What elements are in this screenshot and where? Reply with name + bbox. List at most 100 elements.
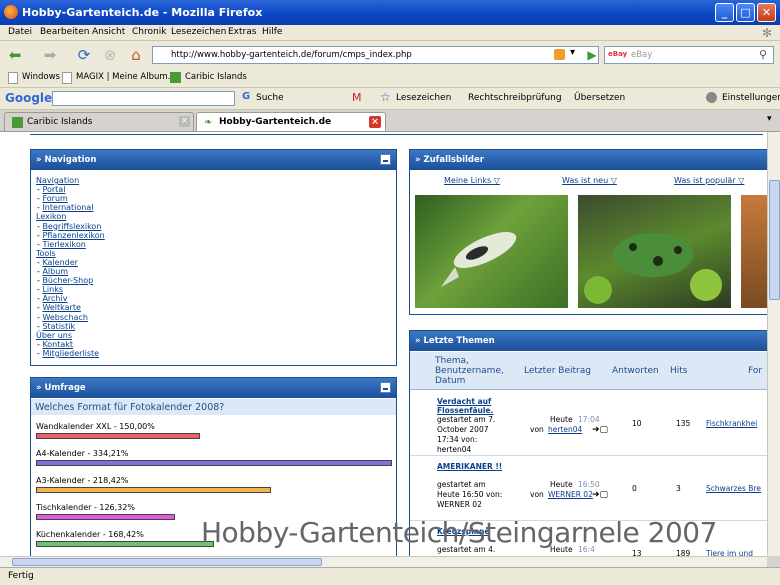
back-icon[interactable]: ⬅ (5, 46, 25, 64)
bookmark-windows[interactable]: Windows (22, 72, 60, 82)
link-was-ist-neu[interactable]: Was ist neu ▽ (562, 176, 617, 185)
nav-link[interactable]: Kalender (42, 258, 78, 267)
nav-link[interactable]: Webschach (42, 313, 87, 322)
last-post-time: 16:50 (578, 480, 600, 489)
window-title-bar: Hobby-Gartenteich.de - Mozilla Firefox _… (0, 0, 780, 25)
nav-link[interactable]: Album (42, 267, 68, 276)
poll-result-bar (36, 541, 214, 547)
menu-lesezeichen[interactable]: Lesezeichen (171, 27, 226, 37)
leaf-icon: ❧ (204, 117, 213, 128)
tab-bar: Caribic Islands × ❧ Hobby-Gartenteich.de… (0, 110, 780, 132)
reload-icon[interactable]: ⟳ (74, 46, 94, 64)
scrollbar-thumb[interactable] (769, 180, 780, 300)
nav-link[interactable]: Weltkarte (42, 303, 80, 312)
minimize-panel-button[interactable] (380, 154, 391, 165)
tab-list-icon[interactable]: ▾ (767, 114, 772, 124)
nav-link[interactable]: Archiv (42, 294, 67, 303)
bookmark-magix[interactable]: MAGIX | Meine Album... (76, 72, 176, 82)
menu-hilfe[interactable]: Hilfe (262, 27, 282, 37)
nav-link[interactable]: Tierlexikon (42, 240, 85, 249)
nav-link[interactable]: Bücher-Shop (42, 276, 93, 285)
nav-link[interactable]: Lexikon (36, 212, 66, 221)
topic-title[interactable]: AMERIKANER !! (437, 462, 512, 471)
bookmarks-button[interactable]: Lesezeichen (396, 93, 451, 103)
tab-close-icon[interactable]: × (369, 116, 381, 128)
home-icon[interactable]: ⌂ (126, 46, 146, 64)
tab-close-icon[interactable]: × (179, 116, 190, 127)
firefox-icon (4, 5, 18, 19)
star-icon[interactable]: ☆ (380, 90, 391, 104)
maximize-button[interactable]: □ (736, 3, 755, 22)
window-title: Hobby-Gartenteich.de - Mozilla Firefox (22, 6, 263, 19)
poll-option-label: A4-Kalender - 334,21% (36, 449, 129, 458)
menu-bearbeiten[interactable]: Bearbeiten (40, 27, 89, 37)
third-photo[interactable] (741, 195, 767, 308)
nav-link[interactable]: Mitgliederliste (42, 349, 99, 358)
nav-link[interactable]: Tools (36, 249, 56, 258)
tab-label: Caribic Islands (27, 117, 93, 127)
nav-link[interactable]: Forum (42, 194, 67, 203)
link-meine-links[interactable]: Meine Links ▽ (444, 176, 500, 185)
search-icon[interactable]: ⚲ (759, 48, 767, 61)
stop-icon[interactable]: ⊗ (100, 46, 120, 64)
koi-photo[interactable] (415, 195, 568, 308)
hscrollbar-thumb[interactable] (12, 558, 322, 566)
forum-link[interactable]: Tiere im und (706, 549, 753, 556)
last-post-user[interactable]: WERNER 02 (548, 490, 593, 499)
forum-link[interactable]: Fischkrankhei (706, 419, 757, 428)
rss-icon[interactable] (554, 49, 565, 60)
goto-post-icon[interactable]: ➜▢ (592, 490, 608, 500)
col-letzter-beitrag[interactable]: Letzter Beitrag (524, 366, 591, 376)
nav-link[interactable]: Begriffslexikon (42, 222, 101, 231)
forward-icon[interactable]: ➡ (40, 46, 60, 64)
nav-link[interactable]: Statistik (42, 322, 75, 331)
last-post-user[interactable]: herten04 (548, 425, 582, 434)
url-bar[interactable]: http://www.hobby-gartenteich.de/forum/cm… (152, 46, 599, 64)
nav-link[interactable]: Navigation (36, 176, 79, 185)
topic-title[interactable]: Verdacht auf Flossenfäule. (437, 397, 512, 415)
navigation-toolbar: ⬅ ➡ ⟳ ⊗ ⌂ http://www.hobby-gartenteich.d… (0, 41, 780, 68)
menu-datei[interactable]: Datei (8, 27, 32, 37)
forum-link[interactable]: Schwarzes Bre (706, 484, 761, 493)
goto-post-icon[interactable]: ➜▢ (592, 425, 608, 435)
settings-icon (706, 92, 717, 103)
go-icon[interactable]: ▶ (582, 46, 602, 64)
poll-result-bar (36, 487, 271, 493)
link-was-ist-populaer[interactable]: Was ist populär ▽ (674, 176, 744, 185)
hits-count: 189 (676, 549, 691, 556)
horizontal-scrollbar[interactable] (0, 556, 767, 567)
nav-link[interactable]: Pflanzenlexikon (42, 231, 104, 240)
spellcheck-button[interactable]: Rechtschreibprüfung (468, 93, 562, 103)
gmail-icon[interactable]: M (352, 91, 362, 104)
close-button[interactable]: ✕ (757, 3, 776, 22)
navigation-header: » Navigation (31, 150, 396, 170)
menu-ansicht[interactable]: Ansicht (92, 27, 125, 37)
nav-link[interactable]: Links (42, 285, 63, 294)
minimize-panel-button[interactable] (380, 382, 391, 393)
search-input[interactable]: eBay eBay ⚲ (604, 46, 774, 64)
status-text: Fertig (8, 571, 34, 581)
hits-count: 3 (676, 484, 681, 493)
col-hits[interactable]: Hits (670, 366, 688, 376)
frog-photo[interactable] (578, 195, 731, 308)
dropdown-arrow-icon[interactable]: ▾ (570, 47, 575, 58)
tab-caribic-islands[interactable]: Caribic Islands × (4, 112, 194, 131)
menu-chronik[interactable]: Chronik (132, 27, 166, 37)
nav-link[interactable]: International (42, 203, 93, 212)
col-forum[interactable]: For (748, 366, 762, 376)
google-search-input[interactable] (52, 91, 235, 106)
settings-button[interactable]: Einstellungen (722, 93, 780, 103)
google-search-button[interactable]: Suche (256, 93, 284, 103)
topic-info: gestartet am Heute 16:50 von: WERNER 02 (437, 480, 503, 509)
vertical-scrollbar[interactable] (767, 132, 780, 556)
nav-link[interactable]: Portal (42, 185, 65, 194)
col-thema[interactable]: Thema, Benutzername, Datum (435, 356, 513, 386)
menu-extras[interactable]: Extras (228, 27, 256, 37)
translate-button[interactable]: Übersetzen (574, 93, 625, 103)
nav-link[interactable]: Kontakt (42, 340, 73, 349)
tab-hobby-gartenteich[interactable]: ❧ Hobby-Gartenteich.de × (196, 112, 386, 131)
bookmark-caribic[interactable]: Caribic Islands (185, 72, 247, 82)
nav-link[interactable]: Über uns (36, 331, 72, 340)
minimize-button[interactable]: _ (715, 3, 734, 22)
col-antworten[interactable]: Antworten (612, 366, 659, 376)
